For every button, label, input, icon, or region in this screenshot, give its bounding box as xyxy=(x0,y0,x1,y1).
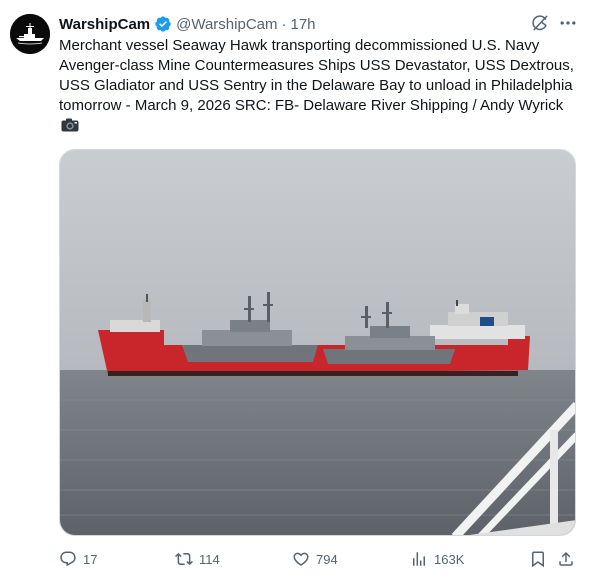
retweet-button[interactable]: 114 xyxy=(175,548,220,570)
reply-icon xyxy=(60,551,76,567)
bookmark-button[interactable] xyxy=(529,548,547,570)
more-options-icon[interactable] xyxy=(558,13,578,33)
avatar[interactable] xyxy=(10,14,50,54)
handle[interactable]: @WarshipCam xyxy=(176,16,277,33)
tweet-text-container: Merchant vessel Seaway Hawk transporting… xyxy=(59,36,579,136)
retweet-icon xyxy=(175,552,193,566)
action-bar: 17 114 794 163K xyxy=(59,548,579,570)
tweet-card[interactable]: WarshipCam @WarshipCam · 17h Merchant ve… xyxy=(0,0,597,584)
tweet-photo[interactable] xyxy=(59,149,576,536)
views-count: 163K xyxy=(434,551,465,567)
warship-logo-icon xyxy=(10,14,50,54)
tweet-text: Merchant vessel Seaway Hawk transporting… xyxy=(59,37,574,114)
share-button[interactable] xyxy=(557,548,575,570)
verified-badge-icon[interactable] xyxy=(154,15,172,33)
camera-emoji-icon xyxy=(61,118,79,132)
separator-dot: · xyxy=(281,15,287,33)
reply-count: 17 xyxy=(83,551,98,567)
timestamp[interactable]: 17h xyxy=(291,16,316,33)
views-button[interactable]: 163K xyxy=(410,548,464,570)
tweet-header: WarshipCam @WarshipCam · 17h xyxy=(59,13,316,35)
bookmark-icon xyxy=(532,551,544,568)
views-icon xyxy=(413,552,425,566)
display-name[interactable]: WarshipCam xyxy=(59,16,150,33)
grok-icon[interactable] xyxy=(530,13,550,33)
ship-photo-image xyxy=(60,150,575,535)
like-button[interactable]: 794 xyxy=(292,548,338,570)
retweet-count: 114 xyxy=(199,551,220,567)
reply-button[interactable]: 17 xyxy=(59,548,97,570)
share-icon xyxy=(559,551,573,566)
like-count: 794 xyxy=(316,551,338,567)
heart-icon xyxy=(293,552,309,566)
